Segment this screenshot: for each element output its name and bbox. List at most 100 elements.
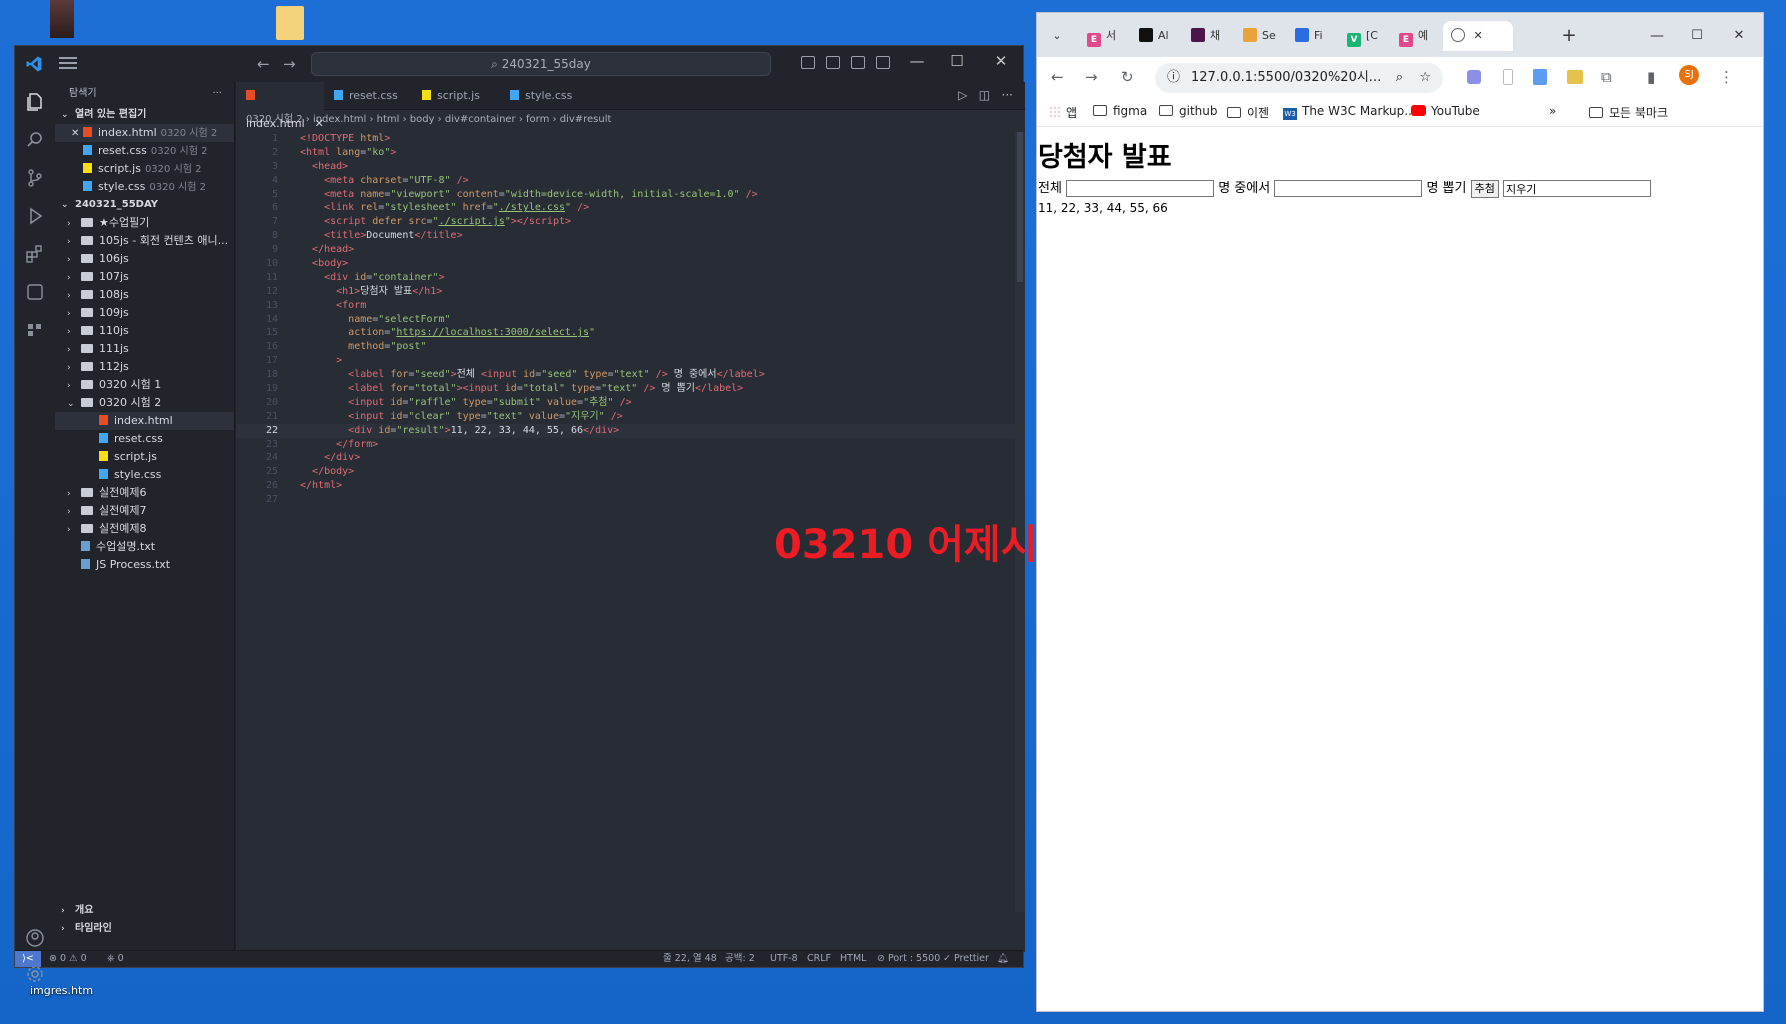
- extension-icon[interactable]: [1567, 70, 1583, 84]
- close-icon[interactable]: ✕: [1470, 29, 1482, 42]
- extension-icon[interactable]: [1467, 70, 1481, 84]
- open-editors-section[interactable]: ⌄ 열려 있는 편집기: [55, 106, 234, 124]
- toggle-secondary-sidebar-icon[interactable]: [851, 56, 865, 69]
- testing-icon[interactable]: [25, 320, 45, 340]
- source-control-icon[interactable]: [25, 168, 45, 188]
- remote-indicator-icon[interactable]: ⟩<: [15, 951, 41, 967]
- open-editor-item[interactable]: reset.css 0320 시험 2: [55, 142, 234, 160]
- explorer-icon[interactable]: [25, 92, 45, 112]
- minimize-button[interactable]: —: [1645, 21, 1669, 51]
- open-editor-item[interactable]: script.js 0320 시험 2: [55, 160, 234, 178]
- side-panel-icon[interactable]: ▮: [1647, 68, 1655, 86]
- minimize-button[interactable]: —: [897, 52, 937, 70]
- run-debug-icon[interactable]: [25, 206, 45, 226]
- folder-item[interactable]: › 107js: [55, 268, 234, 286]
- maximize-button[interactable]: ☐: [1685, 21, 1709, 51]
- seed-input[interactable]: [1066, 180, 1215, 197]
- breadcrumb-item[interactable]: div#container: [445, 114, 516, 125]
- folder-item[interactable]: › 105js - 회전 컨텐츠 애니...: [55, 232, 234, 250]
- close-icon[interactable]: ✕: [315, 117, 324, 130]
- bookmark-apps[interactable]: 앱: [1049, 104, 1077, 121]
- back-arrow-icon[interactable]: ←: [1051, 68, 1064, 86]
- settings-gear-icon[interactable]: [25, 964, 45, 984]
- address-bar[interactable]: ⓘ 127.0.0.1:5500/0320%20시... ⌕ ☆: [1155, 63, 1443, 93]
- bookmark-github[interactable]: github: [1159, 104, 1217, 118]
- notifications-bell-icon[interactable]: 🔔︎: [997, 951, 1009, 967]
- browser-tab[interactable]: ✕: [1443, 21, 1513, 51]
- split-editor-icon[interactable]: ◫: [979, 88, 990, 102]
- tab-index-html[interactable]: index.html ✕: [236, 82, 324, 130]
- folder-item[interactable]: › 109js: [55, 304, 234, 322]
- all-bookmarks[interactable]: 모든 북마크: [1589, 104, 1668, 121]
- raffle-button[interactable]: 추첨: [1470, 179, 1499, 198]
- forward-arrow-icon[interactable]: →: [283, 55, 296, 73]
- extension-icon[interactable]: [1533, 69, 1547, 85]
- total-input[interactable]: [1274, 180, 1423, 197]
- open-editor-item[interactable]: ✕ index.html 0320 시험 2: [55, 124, 234, 142]
- desktop-folder-icon[interactable]: [276, 6, 304, 40]
- bookmark-w3c[interactable]: W3 The W3C Markup...: [1283, 104, 1416, 120]
- tab-search-icon[interactable]: ⌄: [1043, 21, 1071, 51]
- breadcrumb-item[interactable]: body: [410, 114, 435, 125]
- browser-tab[interactable]: E서: [1079, 21, 1129, 51]
- problems-indicator[interactable]: ⊗ 0 ⚠ 0: [49, 951, 87, 967]
- desktop-icon-label[interactable]: imgres.htm: [30, 984, 93, 997]
- more-actions-icon[interactable]: ···: [212, 82, 222, 106]
- file-item[interactable]: reset.css: [55, 430, 234, 448]
- new-tab-button[interactable]: +: [1557, 21, 1581, 51]
- site-info-icon[interactable]: ⓘ: [1167, 63, 1180, 93]
- file-item[interactable]: JS Process.txt: [55, 556, 234, 574]
- extension-icon[interactable]: [1503, 69, 1513, 85]
- clear-input[interactable]: [1503, 180, 1652, 197]
- breadcrumb-item[interactable]: html: [377, 114, 400, 125]
- file-item[interactable]: 수업설명.txt: [55, 538, 234, 556]
- encoding[interactable]: UTF-8: [770, 951, 798, 967]
- file-item[interactable]: index.html: [55, 412, 234, 430]
- toggle-panel-icon[interactable]: [826, 56, 840, 69]
- folder-item[interactable]: › 실전예제6: [55, 484, 234, 502]
- folder-item[interactable]: › 0320 시험 1: [55, 376, 234, 394]
- remote-explorer-icon[interactable]: [25, 282, 45, 302]
- file-item[interactable]: style.css: [55, 466, 234, 484]
- browser-tab[interactable]: Fi: [1287, 21, 1337, 51]
- ports-indicator[interactable]: ⎈ 0: [107, 951, 124, 967]
- folder-item[interactable]: › 108js: [55, 286, 234, 304]
- browser-tab[interactable]: Al: [1131, 21, 1181, 51]
- timeline-section[interactable]: › 타임라인: [55, 920, 234, 938]
- outline-section[interactable]: › 개요: [55, 902, 234, 920]
- breadcrumb-item[interactable]: div#result: [560, 114, 612, 125]
- close-icon[interactable]: ✕: [71, 125, 83, 142]
- desktop-app-icon[interactable]: [50, 0, 74, 38]
- bookmark-star-icon[interactable]: ☆: [1419, 63, 1431, 93]
- extensions-icon[interactable]: [25, 244, 45, 264]
- extensions-puzzle-icon[interactable]: ⧉: [1601, 68, 1612, 86]
- profile-avatar[interactable]: SJ: [1679, 65, 1699, 85]
- chrome-menu-icon[interactable]: ⋮: [1719, 68, 1734, 86]
- folder-item[interactable]: ⌄ 0320 시험 2: [55, 394, 234, 412]
- bookmark-ijen[interactable]: 이젠: [1227, 104, 1269, 121]
- close-button[interactable]: ✕: [981, 52, 1021, 70]
- browser-tab[interactable]: V [C: [1339, 21, 1389, 51]
- file-item[interactable]: script.js: [55, 448, 234, 466]
- folder-item[interactable]: › 실전예제7: [55, 502, 234, 520]
- maximize-button[interactable]: ☐: [937, 52, 977, 70]
- browser-tab[interactable]: E예: [1391, 21, 1441, 51]
- bookmark-figma[interactable]: figma: [1093, 104, 1147, 118]
- folder-item[interactable]: › 실전예제8: [55, 520, 234, 538]
- tab-style-css[interactable]: style.css: [500, 82, 588, 110]
- toggle-sidebar-icon[interactable]: [801, 56, 815, 69]
- browser-tab[interactable]: 채: [1183, 21, 1233, 51]
- run-icon[interactable]: ▷: [958, 88, 967, 102]
- open-editor-item[interactable]: style.css 0320 시험 2: [55, 178, 234, 196]
- language-mode[interactable]: HTML: [840, 951, 866, 967]
- indentation[interactable]: 공백: 2: [725, 951, 755, 967]
- tab-reset-css[interactable]: reset.css: [324, 82, 412, 110]
- close-button[interactable]: ✕: [1727, 21, 1751, 51]
- workspace-section[interactable]: ⌄ 240321_55DAY: [55, 196, 234, 214]
- bookmark-youtube[interactable]: YouTube: [1411, 104, 1480, 118]
- folder-item[interactable]: › 111js: [55, 340, 234, 358]
- customize-layout-icon[interactable]: [876, 56, 890, 69]
- live-server-port[interactable]: ⊘ Port : 5500: [877, 951, 940, 967]
- command-center-search[interactable]: ⌕ 240321_55day: [311, 52, 771, 76]
- code-editor[interactable]: 1 <!DOCTYPE html> 2 <html lang="ko"> 3 <he…: [236, 132, 1025, 507]
